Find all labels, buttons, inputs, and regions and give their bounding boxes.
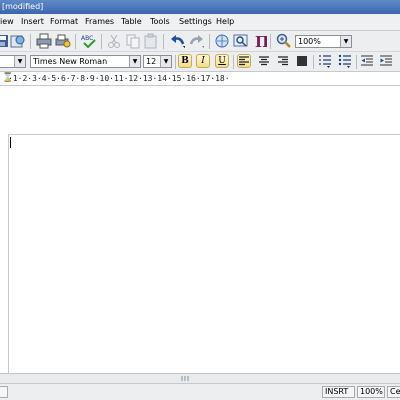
numbered-list-button[interactable] bbox=[318, 54, 332, 68]
italic-button[interactable]: I bbox=[196, 54, 210, 68]
cut-icon[interactable] bbox=[106, 33, 122, 49]
align-justify-button[interactable] bbox=[295, 54, 309, 68]
chevron-down-icon[interactable]: ▼ bbox=[14, 56, 25, 67]
menu-settings[interactable]: Settings bbox=[179, 17, 212, 26]
toolbar-separator bbox=[270, 34, 271, 49]
align-right-button[interactable] bbox=[276, 54, 290, 68]
increase-indent-button[interactable] bbox=[379, 54, 393, 68]
zoom-select[interactable]: 100% ▼ bbox=[295, 35, 352, 48]
toolbar-separator bbox=[313, 55, 314, 69]
align-center-icon bbox=[259, 56, 269, 66]
menu-table[interactable]: Table bbox=[121, 17, 142, 26]
menu-tools[interactable]: Tools bbox=[150, 17, 170, 26]
spellcheck-icon[interactable]: ABC bbox=[81, 33, 97, 49]
menu-frames[interactable]: Frames bbox=[85, 17, 114, 26]
ruler[interactable]: ⌛ ·1·2·3·4·5·6·7·8·9·10·11·12·13·14·15·1… bbox=[0, 72, 400, 86]
toolbar-separator bbox=[75, 34, 76, 49]
toolbar-separator bbox=[233, 55, 234, 69]
paragraph-marks-icon[interactable]: Π bbox=[252, 33, 268, 49]
status-zoom[interactable]: 100% bbox=[357, 386, 385, 398]
window-title: [modified] bbox=[2, 2, 44, 11]
toolbar-separator bbox=[356, 55, 357, 69]
title-bar: [modified] bbox=[0, 0, 400, 14]
undo-icon[interactable] bbox=[169, 33, 185, 49]
increase-indent-icon bbox=[380, 55, 392, 66]
font-size-select[interactable]: 12 ▼ bbox=[143, 55, 172, 68]
toolbar-separator bbox=[30, 34, 31, 49]
formatting-toolbar: ▼ Times New Roman ▼ 12 ▼ B I U bbox=[0, 52, 400, 72]
main-toolbar: ABC Π 100% ▼ bbox=[0, 31, 400, 52]
align-left-icon bbox=[239, 56, 249, 66]
decrease-indent-button[interactable] bbox=[360, 54, 374, 68]
chevron-down-icon[interactable]: ▼ bbox=[129, 56, 140, 67]
scrollbar-grip-icon[interactable] bbox=[180, 375, 192, 382]
chevron-down-icon[interactable]: ▼ bbox=[340, 36, 351, 47]
status-bar: INSRT 100% Cen bbox=[0, 383, 400, 400]
page-border bbox=[8, 134, 400, 135]
align-left-button[interactable] bbox=[237, 54, 251, 68]
menu-bar: iew Insert Format Frames Table Tools Set… bbox=[0, 14, 400, 31]
ruler-scale: ·1·2·3·4·5·6·7·8·9·10·11·12·13·14·15·16·… bbox=[8, 74, 230, 83]
document-area[interactable] bbox=[0, 86, 400, 373]
bullet-list-icon bbox=[338, 54, 351, 68]
numbered-list-icon bbox=[319, 55, 331, 68]
align-right-icon bbox=[278, 56, 288, 66]
status-alignment: Cen bbox=[387, 386, 400, 398]
status-insert-mode[interactable]: INSRT bbox=[322, 386, 355, 398]
menu-insert[interactable]: Insert bbox=[21, 17, 44, 26]
save-icon[interactable] bbox=[0, 33, 10, 49]
style-select[interactable]: ▼ bbox=[0, 55, 26, 68]
svg-text:Π: Π bbox=[255, 33, 267, 49]
decrease-indent-icon bbox=[361, 55, 373, 66]
font-name-value: Times New Roman bbox=[33, 57, 108, 66]
export-icon[interactable] bbox=[10, 33, 26, 49]
page-border bbox=[8, 134, 9, 373]
redo-icon[interactable] bbox=[188, 33, 204, 49]
zoom-icon[interactable] bbox=[276, 33, 292, 49]
link-icon[interactable] bbox=[214, 33, 230, 49]
print-preview-icon[interactable] bbox=[55, 33, 71, 49]
toolbar-separator bbox=[175, 55, 176, 69]
print-icon[interactable] bbox=[36, 33, 52, 49]
svg-text:ABC: ABC bbox=[81, 35, 93, 42]
toolbar-separator bbox=[209, 34, 210, 49]
paste-icon[interactable] bbox=[143, 33, 159, 49]
zoom-select-value: 100% bbox=[298, 37, 321, 46]
menu-view[interactable]: iew bbox=[0, 17, 14, 26]
status-cell-page bbox=[0, 386, 8, 398]
horizontal-scrollbar[interactable] bbox=[0, 373, 400, 383]
toolbar-separator bbox=[163, 34, 164, 49]
menu-help[interactable]: Help bbox=[216, 17, 234, 26]
copy-icon[interactable] bbox=[125, 33, 141, 49]
align-justify-icon bbox=[297, 56, 307, 66]
font-size-value: 12 bbox=[146, 57, 157, 66]
chevron-down-icon[interactable]: ▼ bbox=[160, 56, 171, 67]
text-cursor bbox=[10, 137, 11, 148]
toolbar-separator bbox=[101, 34, 102, 49]
underline-button[interactable]: U bbox=[215, 54, 229, 68]
bold-button[interactable]: B bbox=[178, 54, 192, 68]
font-name-select[interactable]: Times New Roman ▼ bbox=[30, 55, 141, 68]
bullet-list-button[interactable] bbox=[338, 54, 352, 68]
find-icon[interactable] bbox=[233, 33, 249, 49]
align-center-button[interactable] bbox=[257, 54, 271, 68]
menu-format[interactable]: Format bbox=[50, 17, 78, 26]
